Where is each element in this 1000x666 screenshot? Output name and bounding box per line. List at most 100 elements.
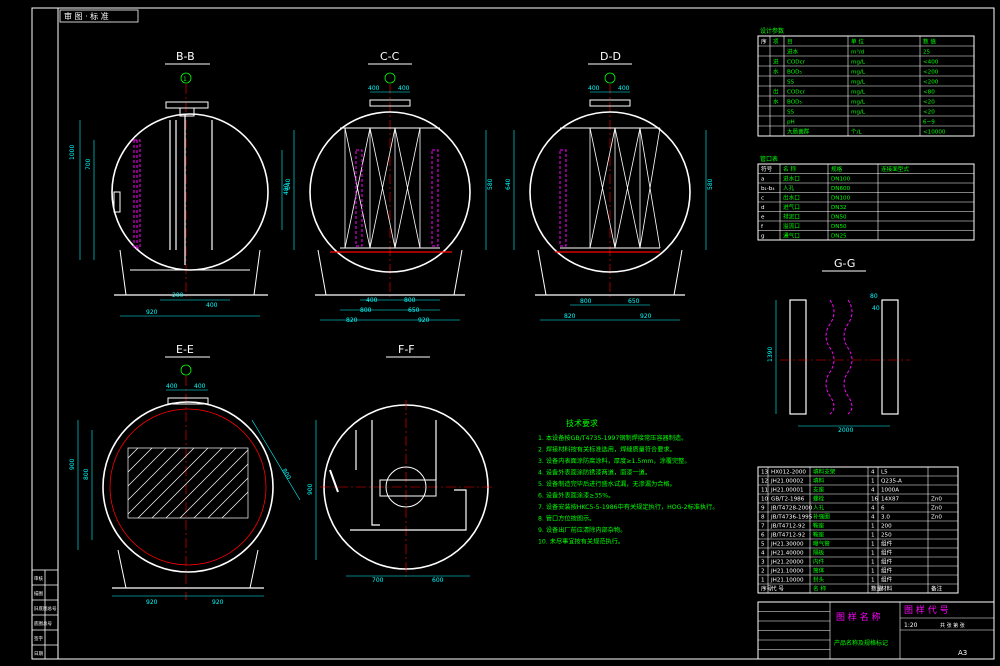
table-cell: DN50 [831,215,847,221]
view-ff: F-F 900 700 600 [307,343,495,584]
svg-text:580: 580 [707,178,714,190]
left-strip-label: 描图 [34,590,43,597]
table-cell: HX012-2000 [771,470,806,476]
svg-text:400: 400 [166,383,178,390]
svg-text:640: 640 [285,178,292,190]
left-strip-label: 日期 [34,651,43,657]
table-cell: g [761,234,765,240]
drawing-name: 图 样 名 称 [836,611,881,623]
table-cell: 水 [773,98,779,106]
table-cell: 名 称 [813,585,826,593]
svg-text:600: 600 [432,577,444,584]
table-cell: mg/L [851,70,866,76]
table-cell: 10 [761,497,769,503]
table-cell: 组件 [881,576,893,584]
table-cell: 备注 [931,585,943,593]
note-line: 10. 未尽事宜按有关规范执行。 [538,538,624,546]
table-cell: 项 [773,39,779,46]
table-cell: 人孔 [813,504,825,512]
svg-text:1000: 1000 [69,145,76,160]
view-ee-label: E-E [176,343,194,356]
table-cell: 1 [871,578,875,584]
table-cell: 筒体 [813,567,825,575]
table-cell: 1 [871,524,875,530]
svg-text:400: 400 [194,383,206,390]
note-line: 5. 设备制造完毕后进行盛水试漏，无渗漏为合格。 [538,480,676,488]
table-cell: DN100 [831,177,851,183]
table-cell: 1 [871,533,875,539]
drawing-code: 图 样 代 号 [904,604,949,616]
table-cell: 16 [871,497,879,503]
table-cell: 2 [761,569,765,575]
left-strip-label: 签字 [34,635,43,642]
note-line: 7. 设备安装按HKC5-5-1986中有关规定执行，HOG-2标准执行。 [538,503,719,511]
table-cell: 200 [881,524,892,530]
table-cell: 代 号 [771,585,784,593]
table-cell: mg/L [851,60,866,66]
svg-text:400: 400 [368,85,380,92]
table-cell: 1000A [881,488,899,494]
table-cell: 人孔 [783,184,795,192]
table-cell: 6 [761,533,765,539]
table-cell: 进 [773,58,779,66]
table-cell: 组件 [881,540,893,548]
table-cell: JH21.10000 [770,578,804,584]
svg-text:580: 580 [487,178,494,190]
svg-text:920: 920 [146,309,158,316]
table-cell: DN100 [831,196,851,202]
table-cell: 出 [773,88,779,96]
technical-notes: 技术要求 1. 本设备按GB/T4735-1997钢制焊接常压容器制造。 2. 焊… [538,418,719,546]
svg-text:920: 920 [146,599,158,606]
view-gg-label: G-G [834,257,855,270]
svg-text:1390: 1390 [767,347,774,362]
table-cell: 11 [761,488,769,494]
table-cell: 出水口 [783,194,800,202]
table-cell: 6~9 [923,120,935,126]
view-cc: C-C 400 400 640 580 400 800 800 650 820 … [285,50,494,324]
table-cell: JH21.20000 [770,560,804,566]
svg-text:700: 700 [85,158,92,170]
svg-text:400: 400 [366,297,378,304]
table-cell: <200 [923,70,939,76]
table-cell: JB/T4712-92 [770,524,805,530]
table-cell: JB/T4728-2000 [770,506,813,512]
table-cell: 鞍座 [813,531,825,539]
note-line: 6. 设备外表面涂漆≥35%。 [538,492,614,500]
table-cell: 材料 [881,585,893,593]
svg-text:800: 800 [83,468,90,480]
table-cell: BOD₅ [787,100,802,106]
table-cell: 溢流口 [783,222,800,230]
drawing-canvas: 审 图 · 标 准 审核描图旧底图总号底图总号签字日期 B-B 1 1000 7… [31,7,995,660]
table-cell: DN600 [831,186,851,192]
svg-text:400: 400 [398,85,410,92]
table-cell: Zn0 [931,515,942,521]
table-cell: 封头 [813,576,825,584]
table-cell: 9 [761,506,765,512]
table-cell: 通气口 [783,232,800,240]
table-cell: 25 [923,50,931,56]
cad-drawing-sheet: 审 图 · 标 准 审核 描图 旧底图总号 底图总号 签字 日期 B-B 1 1… [0,0,1000,666]
svg-text:800: 800 [404,297,416,304]
table-cell: L5 [881,470,888,476]
table-cell: 螺栓 [813,495,825,503]
table-cell: 内件 [813,558,825,566]
table-cell: <200 [923,80,939,86]
table-cell: 250 [881,533,892,539]
svg-text:650: 650 [628,298,640,305]
table-cell: 数 值 [923,38,936,46]
table-cell: 规格 [831,165,843,173]
table-cell: 1 [871,551,875,557]
table-cell: 1 [871,569,875,575]
table-cell: JH21.00001 [770,488,804,494]
table-cell: DN32 [831,205,847,211]
svg-text:800: 800 [360,307,372,314]
table-cell: e [761,215,765,221]
table-cell: 3.0 [881,515,890,521]
table-cell: 4 [871,506,875,512]
svg-text:400: 400 [618,85,630,92]
left-strip-label: 旧底图总号 [34,605,57,612]
left-strip-label: 底图总号 [34,620,52,627]
table-cell: DN25 [831,234,847,240]
table-cell: 曝气管 [813,540,830,548]
svg-text:40: 40 [872,305,880,312]
